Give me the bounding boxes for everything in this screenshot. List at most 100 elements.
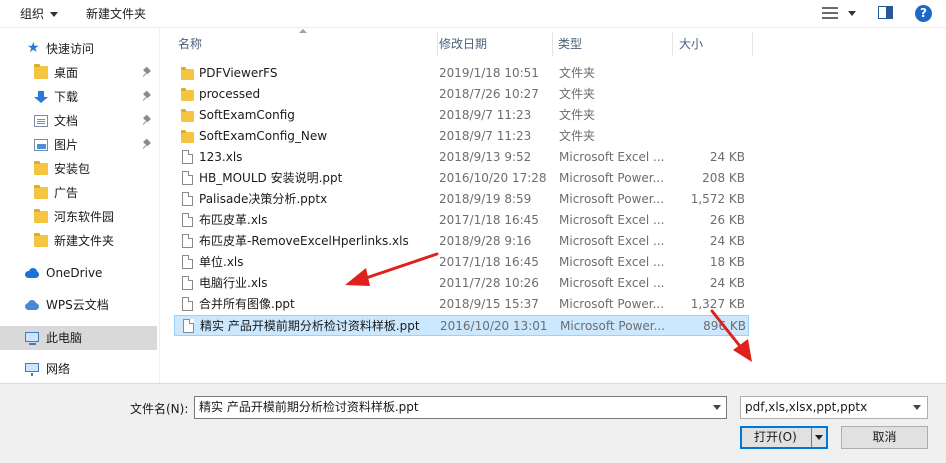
dialog-footer: 文件名(N): 精实 产品开模前期分析检讨资料样板.ppt pdf,xls,xl… <box>0 383 946 463</box>
file-type: Microsoft Excel ... <box>559 255 665 269</box>
file-type-filter-select[interactable]: pdf,xls,xlsx,ppt,pptx <box>740 396 928 419</box>
sidebar-item-this-pc[interactable]: 此电脑 <box>0 326 157 350</box>
filename-value: 精实 产品开模前期分析检讨资料样板.ppt <box>199 400 419 414</box>
filename-input[interactable]: 精实 产品开模前期分析检讨资料样板.ppt <box>194 396 727 419</box>
file-list: 名称 修改日期 类型 大小 PDFViewerFS 2019/1/18 10:5… <box>160 28 946 383</box>
file-date: 2016/10/20 13:01 <box>440 319 548 333</box>
open-button[interactable]: 打开(O) <box>740 426 828 449</box>
file-name: Palisade决策分析.pptx <box>199 192 328 206</box>
file-type: 文件夹 <box>559 66 596 80</box>
onedrive-icon <box>25 267 39 279</box>
file-icon <box>182 276 193 290</box>
sidebar-item-label: 下载 <box>54 90 79 104</box>
file-date: 2018/9/19 8:59 <box>439 192 532 206</box>
chevron-down-icon <box>50 12 59 17</box>
sidebar-item-label: 安装包 <box>54 162 91 176</box>
view-options-icon[interactable] <box>822 6 838 20</box>
file-date: 2018/9/28 9:16 <box>439 234 532 248</box>
desktop-icon <box>34 64 48 79</box>
file-type: Microsoft Power... <box>559 297 665 311</box>
sidebar-item-label: 广告 <box>54 186 79 200</box>
file-date: 2011/7/28 10:26 <box>439 276 539 290</box>
pin-icon <box>143 116 151 125</box>
open-button-label: 打开(O) <box>754 430 797 444</box>
sidebar-item-hedong[interactable]: 河东软件园 <box>0 206 157 228</box>
document-icon <box>34 115 48 127</box>
file-row[interactable]: Palisade决策分析.pptx 2018/9/19 8:59 Microso… <box>174 189 749 210</box>
organize-label: 组织 <box>20 7 45 21</box>
folder-icon <box>34 161 48 175</box>
file-date: 2018/7/26 10:27 <box>439 87 539 101</box>
organize-menu-button[interactable]: 组织 <box>20 5 59 22</box>
file-row[interactable]: processed 2018/7/26 10:27 文件夹 <box>174 84 749 105</box>
column-header-type[interactable]: 类型 <box>553 32 673 56</box>
file-name: PDFViewerFS <box>199 66 278 80</box>
file-date: 2018/9/7 11:23 <box>439 129 532 143</box>
pin-icon <box>143 68 151 77</box>
sidebar-item-install-packages[interactable]: 安装包 <box>0 158 157 180</box>
file-row[interactable]: 布匹皮革.xls 2017/1/18 16:45 Microsoft Excel… <box>174 210 749 231</box>
file-row-selected[interactable]: 精实 产品开模前期分析检讨资料样板.ppt 2016/10/20 13:01 M… <box>174 315 749 336</box>
file-row[interactable]: 合并所有图像.ppt 2018/9/15 15:37 Microsoft Pow… <box>174 294 749 315</box>
pin-icon <box>143 140 151 149</box>
view-options-dropdown-icon[interactable] <box>848 11 856 16</box>
help-icon[interactable]: ? <box>915 5 932 22</box>
sidebar-item-label: 桌面 <box>54 66 79 80</box>
sidebar-item-quick-access[interactable]: ★ 快速访问 <box>0 38 157 60</box>
sidebar-item-new-folder[interactable]: 新建文件夹 <box>0 230 157 252</box>
folder-icon <box>34 233 48 247</box>
file-name: 布匹皮革-RemoveExcelHperlinks.xls <box>199 234 409 248</box>
column-header-label: 大小 <box>679 37 704 51</box>
file-type: Microsoft Power... <box>559 171 665 185</box>
file-name: 电脑行业.xls <box>199 276 268 290</box>
column-headers: 名称 修改日期 类型 大小 <box>160 32 760 56</box>
picture-icon <box>34 139 48 151</box>
preview-pane-icon[interactable] <box>878 6 893 19</box>
network-icon <box>25 363 39 376</box>
sidebar-item-downloads[interactable]: 下载 <box>0 86 157 108</box>
file-name: processed <box>199 87 261 101</box>
file-row[interactable]: 123.xls 2018/9/13 9:52 Microsoft Excel .… <box>174 147 749 168</box>
file-row[interactable]: 单位.xls 2017/1/18 16:45 Microsoft Excel .… <box>174 252 749 273</box>
file-icon <box>182 234 193 248</box>
file-date: 2017/1/18 16:45 <box>439 255 539 269</box>
file-row[interactable]: HB_MOULD 安装说明.ppt 2016/10/20 17:28 Micro… <box>174 168 749 189</box>
file-type: Microsoft Power... <box>560 319 666 333</box>
file-row[interactable]: 布匹皮革-RemoveExcelHperlinks.xls 2018/9/28 … <box>174 231 749 252</box>
column-header-name[interactable]: 名称 <box>178 32 438 56</box>
file-row[interactable]: PDFViewerFS 2019/1/18 10:51 文件夹 <box>174 63 749 84</box>
sidebar-item-label: 图片 <box>54 138 79 152</box>
sidebar-item-network[interactable]: 网络 <box>0 358 157 380</box>
sidebar-item-label: 此电脑 <box>46 331 83 345</box>
file-row[interactable]: SoftExamConfig 2018/9/7 11:23 文件夹 <box>174 105 749 126</box>
file-row[interactable]: SoftExamConfig_New 2018/9/7 11:23 文件夹 <box>174 126 749 147</box>
star-icon: ★ <box>27 40 40 56</box>
file-size: 208 KB <box>702 171 745 185</box>
file-size: 1,572 KB <box>690 192 745 206</box>
folder-icon <box>181 67 194 80</box>
file-type: 文件夹 <box>559 108 596 122</box>
file-row[interactable]: 电脑行业.xls 2011/7/28 10:26 Microsoft Excel… <box>174 273 749 294</box>
file-icon <box>182 213 193 227</box>
file-icon <box>182 255 193 269</box>
new-folder-button[interactable]: 新建文件夹 <box>86 5 146 22</box>
navigation-pane: ★ 快速访问 桌面 下载 文档 图片 安装包 广告 河东软件园 新建文件夹 On… <box>0 28 160 383</box>
column-header-label: 名称 <box>178 37 203 51</box>
sidebar-item-ads[interactable]: 广告 <box>0 182 157 204</box>
sidebar-item-onedrive[interactable]: OneDrive <box>0 262 157 284</box>
toolbar: 组织 新建文件夹 ? <box>0 0 946 28</box>
sidebar-item-desktop[interactable]: 桌面 <box>0 62 157 84</box>
chevron-down-icon[interactable] <box>713 405 721 410</box>
sidebar-item-wps-cloud[interactable]: WPS云文档 <box>0 294 157 316</box>
column-header-date[interactable]: 修改日期 <box>438 32 553 56</box>
folder-icon <box>34 185 48 199</box>
file-name: 布匹皮革.xls <box>199 213 268 227</box>
cancel-button[interactable]: 取消 <box>841 426 928 449</box>
sidebar-item-documents[interactable]: 文档 <box>0 110 157 132</box>
sidebar-item-pictures[interactable]: 图片 <box>0 134 157 156</box>
sidebar-item-label: OneDrive <box>46 266 103 280</box>
file-date: 2016/10/20 17:28 <box>439 171 547 185</box>
open-options-dropdown-icon[interactable] <box>815 435 823 440</box>
column-header-size[interactable]: 大小 <box>673 32 753 56</box>
column-header-label: 修改日期 <box>439 37 488 51</box>
